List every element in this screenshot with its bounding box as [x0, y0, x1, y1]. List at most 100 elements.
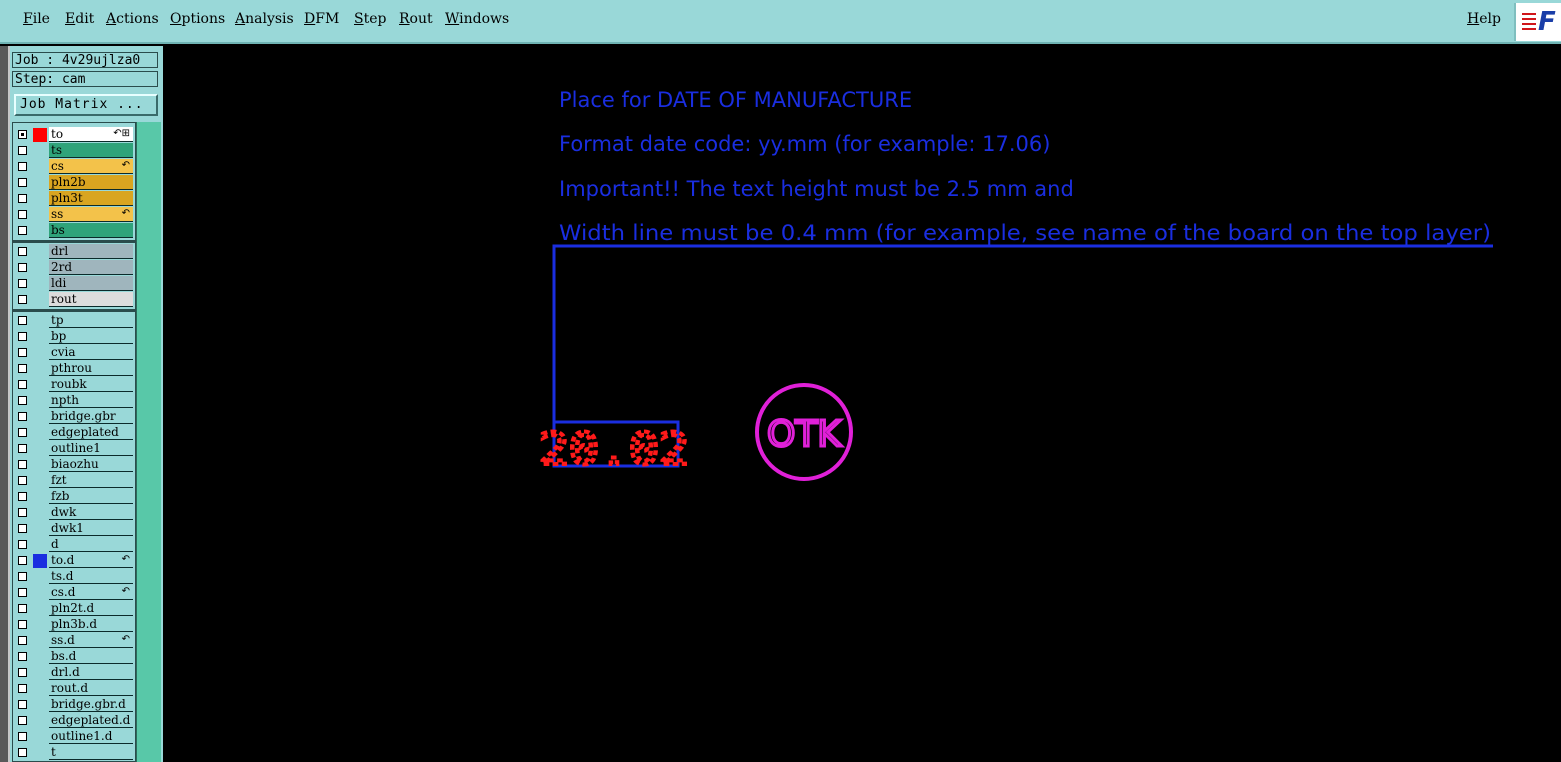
- layer-name[interactable]: pln3t: [49, 191, 133, 206]
- layer-name[interactable]: biaozhu: [49, 457, 133, 472]
- layer-row[interactable]: d: [13, 537, 135, 553]
- layer-row[interactable]: rout: [13, 292, 135, 308]
- layer-checkbox[interactable]: [18, 556, 27, 565]
- layer-row[interactable]: fzt: [13, 473, 135, 489]
- layer-checkbox[interactable]: [18, 588, 27, 597]
- layer-row[interactable]: roubk: [13, 377, 135, 393]
- layer-display-swatch[interactable]: [33, 490, 47, 504]
- layer-display-swatch[interactable]: [33, 538, 47, 552]
- layer-name[interactable]: edgeplated: [49, 425, 133, 440]
- layer-display-swatch[interactable]: [33, 522, 47, 536]
- layer-checkbox[interactable]: [18, 332, 27, 341]
- layer-row[interactable]: ldi: [13, 276, 135, 292]
- layer-display-swatch[interactable]: [33, 618, 47, 632]
- layer-display-swatch[interactable]: [33, 474, 47, 488]
- layer-name[interactable]: edgeplated.d: [49, 713, 133, 728]
- layer-name[interactable]: bs.d: [49, 649, 133, 664]
- menu-file[interactable]: File: [23, 11, 50, 27]
- layer-checkbox[interactable]: [18, 348, 27, 357]
- layer-checkbox[interactable]: [18, 684, 27, 693]
- layer-row[interactable]: edgeplated.d: [13, 713, 135, 729]
- layer-display-swatch[interactable]: [33, 394, 47, 408]
- layer-name[interactable]: pln2b: [49, 175, 133, 190]
- layer-row[interactable]: pln2b: [13, 175, 135, 191]
- layer-row[interactable]: bs: [13, 223, 135, 239]
- layer-checkbox[interactable]: [18, 210, 27, 219]
- layer-checkbox[interactable]: [18, 700, 27, 709]
- layer-row[interactable]: ts: [13, 143, 135, 159]
- layer-name[interactable]: ss.d ↶: [49, 633, 133, 648]
- layer-row[interactable]: outline1: [13, 441, 135, 457]
- layer-checkbox[interactable]: [18, 194, 27, 203]
- layer-display-swatch[interactable]: [33, 698, 47, 712]
- layer-name[interactable]: dwk1: [49, 521, 133, 536]
- layer-name[interactable]: d: [49, 537, 133, 552]
- layer-row[interactable]: drl: [13, 244, 135, 260]
- layer-name[interactable]: dwk: [49, 505, 133, 520]
- layer-row[interactable]: cvia: [13, 345, 135, 361]
- layer-name[interactable]: cvia: [49, 345, 133, 360]
- layer-display-swatch[interactable]: [33, 458, 47, 472]
- layer-checkbox[interactable]: [18, 380, 27, 389]
- menu-analysis[interactable]: Analysis: [235, 11, 294, 27]
- layer-list-scrollbar[interactable]: [136, 122, 161, 762]
- layer-row[interactable]: t: [13, 745, 135, 761]
- layer-row[interactable]: cs.d ↶: [13, 585, 135, 601]
- layer-checkbox[interactable]: [18, 247, 27, 256]
- layer-display-swatch[interactable]: [33, 442, 47, 456]
- layer-display-swatch[interactable]: [33, 293, 47, 307]
- layer-checkbox[interactable]: [18, 130, 27, 139]
- layer-row[interactable]: outline1.d: [13, 729, 135, 745]
- layer-row[interactable]: bs.d: [13, 649, 135, 665]
- layer-checkbox[interactable]: [18, 162, 27, 171]
- layer-name[interactable]: ldi: [49, 276, 133, 291]
- layer-row[interactable]: pln2t.d: [13, 601, 135, 617]
- layer-checkbox[interactable]: [18, 748, 27, 757]
- layer-checkbox[interactable]: [18, 668, 27, 677]
- layer-name[interactable]: bridge.gbr: [49, 409, 133, 424]
- layer-name[interactable]: outline1: [49, 441, 133, 456]
- layer-name[interactable]: ts: [49, 143, 133, 158]
- layer-row[interactable]: 2rd: [13, 260, 135, 276]
- layer-display-swatch[interactable]: [33, 176, 47, 190]
- layer-checkbox[interactable]: [18, 636, 27, 645]
- layer-row[interactable]: bp: [13, 329, 135, 345]
- layer-name[interactable]: drl: [49, 244, 133, 259]
- layer-display-swatch[interactable]: [33, 245, 47, 259]
- layer-name[interactable]: pln2t.d: [49, 601, 133, 616]
- layer-name[interactable]: fzb: [49, 489, 133, 504]
- layer-display-swatch[interactable]: [33, 666, 47, 680]
- layer-display-swatch[interactable]: [33, 650, 47, 664]
- layer-display-swatch[interactable]: [33, 410, 47, 424]
- layer-row[interactable]: npth: [13, 393, 135, 409]
- layer-row[interactable]: ts.d: [13, 569, 135, 585]
- layer-display-swatch[interactable]: [33, 570, 47, 584]
- layer-checkbox[interactable]: [18, 412, 27, 421]
- layer-name[interactable]: cs.d ↶: [49, 585, 133, 600]
- layer-display-swatch[interactable]: [33, 346, 47, 360]
- layer-row[interactable]: dwk1: [13, 521, 135, 537]
- layer-row[interactable]: cs ↶: [13, 159, 135, 175]
- layer-display-swatch[interactable]: [33, 208, 47, 222]
- layer-checkbox[interactable]: [18, 492, 27, 501]
- layer-row[interactable]: ss ↶: [13, 207, 135, 223]
- layer-display-swatch[interactable]: [33, 682, 47, 696]
- layer-name[interactable]: rout: [49, 292, 133, 307]
- layer-row[interactable]: tp: [13, 313, 135, 329]
- layer-name[interactable]: npth: [49, 393, 133, 408]
- layer-checkbox[interactable]: [18, 732, 27, 741]
- layer-checkbox[interactable]: [18, 652, 27, 661]
- menu-rout[interactable]: Rout: [399, 11, 433, 27]
- layer-row[interactable]: biaozhu: [13, 457, 135, 473]
- layer-display-swatch[interactable]: [33, 330, 47, 344]
- layer-row[interactable]: pln3t: [13, 191, 135, 207]
- menu-step[interactable]: Step: [354, 11, 386, 27]
- layer-display-swatch[interactable]: [33, 746, 47, 760]
- menu-edit[interactable]: Edit: [65, 11, 94, 27]
- layer-checkbox[interactable]: [18, 279, 27, 288]
- layer-row[interactable]: drl.d: [13, 665, 135, 681]
- layer-name[interactable]: cs ↶: [49, 159, 133, 174]
- layer-name[interactable]: pthrou: [49, 361, 133, 376]
- layer-name[interactable]: rout.d: [49, 681, 133, 696]
- layer-display-swatch[interactable]: [33, 224, 47, 238]
